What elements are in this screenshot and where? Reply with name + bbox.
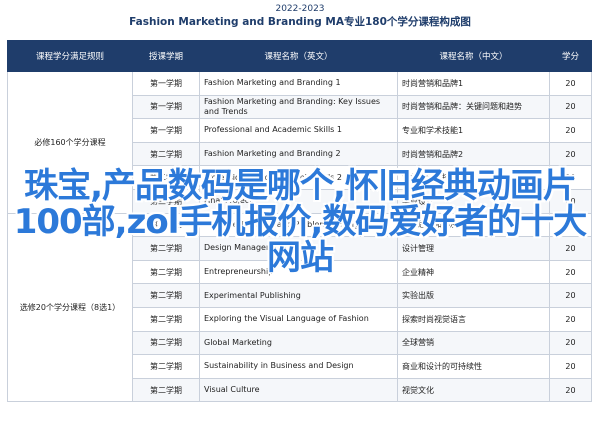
course-en-cell: Fashion Marketing and Branding 1 bbox=[199, 71, 398, 96]
course-cn-cell: 探索时尚视觉语言 bbox=[397, 306, 550, 332]
course-en-cell: Visual Culture bbox=[199, 377, 398, 403]
term-cell: 第二学期 bbox=[132, 330, 200, 356]
credit-cell: 20 bbox=[549, 71, 592, 96]
credit-cell: 20 bbox=[549, 306, 592, 332]
col-header-course-en: 课程名称（英文） bbox=[199, 40, 398, 72]
credit-cell: 20 bbox=[549, 118, 592, 143]
overlay-text: 珠宝,产品数码是哪个,怀旧经典动画片100部,zol手机报价,数码爱好者的十大网… bbox=[13, 166, 588, 278]
term-cell: 第二学期 bbox=[132, 283, 200, 308]
course-en-cell: Sustainability in Business and Design bbox=[199, 354, 398, 379]
credit-cell: 20 bbox=[549, 283, 592, 308]
col-header-term: 授课学期 bbox=[132, 40, 200, 72]
course-cn-cell: 视觉文化 bbox=[397, 377, 550, 403]
credit-cell: 20 bbox=[549, 94, 592, 120]
course-cn-cell: 商业和设计的可持续性 bbox=[397, 354, 550, 379]
course-en-cell: Fashion Marketing and Branding 2 bbox=[199, 141, 398, 167]
course-en-cell: Exploring the Visual Language of Fashion bbox=[199, 306, 398, 332]
table-row: 必修160个学分课程 第一学期 Fashion Marketing and Bran… bbox=[7, 71, 592, 214]
col-header-rule: 课程学分满足规则 bbox=[7, 40, 133, 72]
course-cn-cell: 全球营销 bbox=[397, 330, 550, 356]
credit-cell: 20 bbox=[549, 141, 592, 167]
course-en-cell: Professional and Academic Skills 1 bbox=[199, 118, 398, 143]
term-cell: 第一学期 bbox=[132, 118, 200, 143]
term-cell: 第一学期 bbox=[132, 94, 200, 120]
page-header: 2022-2023 Fashion Marketing and Branding… bbox=[0, 0, 600, 36]
term-cell: 第二学期 bbox=[132, 354, 200, 379]
term-cell: 第二学期 bbox=[132, 141, 200, 167]
term-cell: 第二学期 bbox=[132, 377, 200, 403]
table-header-row: 课程学分满足规则 授课学期 课程名称（英文） 课程名称（中文） 学分 bbox=[7, 40, 592, 72]
credit-cell: 20 bbox=[549, 330, 592, 356]
page-title: Fashion Marketing and Branding MA专业180个学… bbox=[129, 16, 471, 28]
course-en-cell: Global Marketing bbox=[199, 330, 398, 356]
course-cn-cell: 实验出版 bbox=[397, 283, 550, 308]
col-header-course-cn: 课程名称（中文） bbox=[397, 40, 550, 72]
course-cn-cell: 时尚营销和品牌：关键问题和趋势 bbox=[397, 94, 550, 120]
course-cn-cell: 专业和学术技能1 bbox=[397, 118, 550, 143]
col-header-credit: 学分 bbox=[549, 40, 592, 72]
course-cn-cell: 时尚营销和品牌2 bbox=[397, 141, 550, 167]
credit-cell: 20 bbox=[549, 354, 592, 379]
course-cn-cell: 时尚营销和品牌1 bbox=[397, 71, 550, 96]
header-year: 2022-2023 bbox=[275, 4, 325, 14]
course-en-cell: Fashion Marketing and Branding: Key Issu… bbox=[199, 94, 398, 120]
course-en-cell: Experimental Publishing bbox=[199, 283, 398, 308]
term-cell: 第二学期 bbox=[132, 306, 200, 332]
term-cell: 第一学期 bbox=[132, 71, 200, 96]
credit-cell: 20 bbox=[549, 377, 592, 403]
